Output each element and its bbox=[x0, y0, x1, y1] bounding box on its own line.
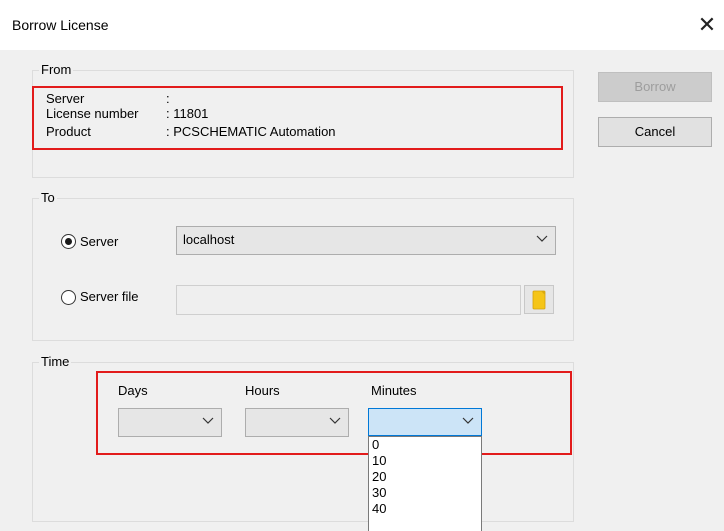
cancel-button[interactable]: Cancel bbox=[598, 117, 712, 147]
time-legend: Time bbox=[39, 354, 72, 369]
server-file-radio-label[interactable]: Server file bbox=[80, 289, 139, 304]
minutes-option[interactable]: 20 bbox=[369, 469, 481, 485]
to-legend: To bbox=[39, 190, 57, 205]
from-legend: From bbox=[39, 62, 74, 77]
title-bar: Borrow License ✕ bbox=[0, 0, 724, 50]
minutes-option[interactable]: 0 bbox=[369, 437, 481, 453]
minutes-option[interactable]: 30 bbox=[369, 485, 481, 501]
time-highlight-box bbox=[96, 371, 572, 455]
folder-icon bbox=[532, 290, 546, 310]
server-radio[interactable] bbox=[61, 234, 76, 249]
close-icon: ✕ bbox=[697, 12, 717, 37]
close-button[interactable]: ✕ bbox=[690, 13, 724, 43]
server-radio-label[interactable]: Server bbox=[80, 234, 118, 249]
server-combobox-value: localhost bbox=[183, 232, 235, 247]
borrow-license-dialog: Borrow License ✕ From Server : License n… bbox=[0, 0, 724, 531]
from-highlight-box bbox=[32, 86, 563, 150]
borrow-button[interactable]: Borrow bbox=[598, 72, 712, 102]
minutes-option[interactable]: 10 bbox=[369, 453, 481, 469]
minutes-dropdown-list: 0 10 20 30 40 bbox=[368, 436, 482, 531]
server-radio-dot bbox=[65, 238, 72, 245]
minutes-option[interactable]: 40 bbox=[369, 501, 481, 517]
chevron-down-icon bbox=[536, 235, 548, 242]
server-combobox[interactable]: localhost bbox=[176, 226, 556, 255]
server-file-input[interactable] bbox=[176, 285, 521, 315]
to-group: To bbox=[32, 190, 574, 341]
server-file-radio[interactable] bbox=[61, 290, 76, 305]
browse-folder-button[interactable] bbox=[524, 285, 554, 314]
dialog-title: Borrow License bbox=[12, 17, 109, 33]
